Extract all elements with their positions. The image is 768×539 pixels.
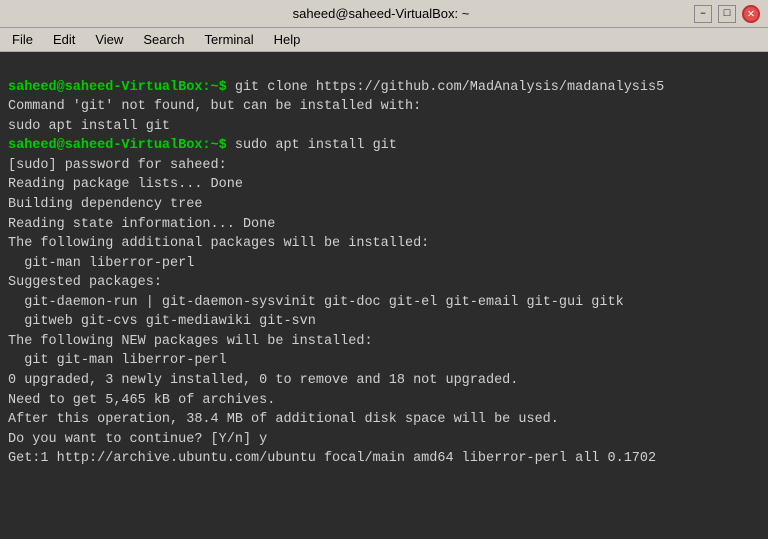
terminal-line: gitweb git-cvs git-mediawiki git-svn [8,312,760,332]
close-button[interactable]: ✕ [742,5,760,23]
terminal-line: The following additional packages will b… [8,234,760,254]
terminal-output[interactable]: saheed@saheed-VirtualBox:~$ git clone ht… [0,52,768,539]
window-title: saheed@saheed-VirtualBox: ~ [68,6,694,21]
menu-bar: File Edit View Search Terminal Help [0,28,768,52]
minimize-button[interactable]: – [694,5,712,23]
terminal-line: Building dependency tree [8,195,760,215]
terminal-line: saheed@saheed-VirtualBox:~$ sudo apt ins… [8,136,760,156]
terminal-line: sudo apt install git [8,117,760,137]
terminal-line: git git-man liberror-perl [8,351,760,371]
terminal-line: Do you want to continue? [Y/n] y [8,430,760,450]
terminal-command: git clone https://github.com/MadAnalysis… [235,80,664,95]
terminal-prompt: saheed@saheed-VirtualBox:~$ [8,80,235,95]
terminal-line: git-daemon-run | git-daemon-sysvinit git… [8,293,760,313]
terminal-line: git-man liberror-perl [8,254,760,274]
title-bar: saheed@saheed-VirtualBox: ~ – □ ✕ [0,0,768,28]
terminal-line: The following NEW packages will be insta… [8,332,760,352]
terminal-line: Get:1 http://archive.ubuntu.com/ubuntu f… [8,449,760,469]
terminal-line: After this operation, 38.4 MB of additio… [8,410,760,430]
menu-help[interactable]: Help [266,30,309,49]
menu-edit[interactable]: Edit [45,30,83,49]
menu-search[interactable]: Search [135,30,192,49]
terminal-line: Reading state information... Done [8,215,760,235]
terminal-line: saheed@saheed-VirtualBox:~$ git clone ht… [8,78,760,98]
terminal-line: Need to get 5,465 kB of archives. [8,391,760,411]
terminal-command: sudo apt install git [235,138,397,153]
menu-view[interactable]: View [87,30,131,49]
menu-terminal[interactable]: Terminal [197,30,262,49]
title-bar-controls: – □ ✕ [694,5,760,23]
terminal-line: [sudo] password for saheed: [8,156,760,176]
terminal-line: Command 'git' not found, but can be inst… [8,97,760,117]
menu-file[interactable]: File [4,30,41,49]
terminal-line: 0 upgraded, 3 newly installed, 0 to remo… [8,371,760,391]
terminal-prompt: saheed@saheed-VirtualBox:~$ [8,138,235,153]
terminal-line: Suggested packages: [8,273,760,293]
maximize-button[interactable]: □ [718,5,736,23]
terminal-line: Reading package lists... Done [8,175,760,195]
